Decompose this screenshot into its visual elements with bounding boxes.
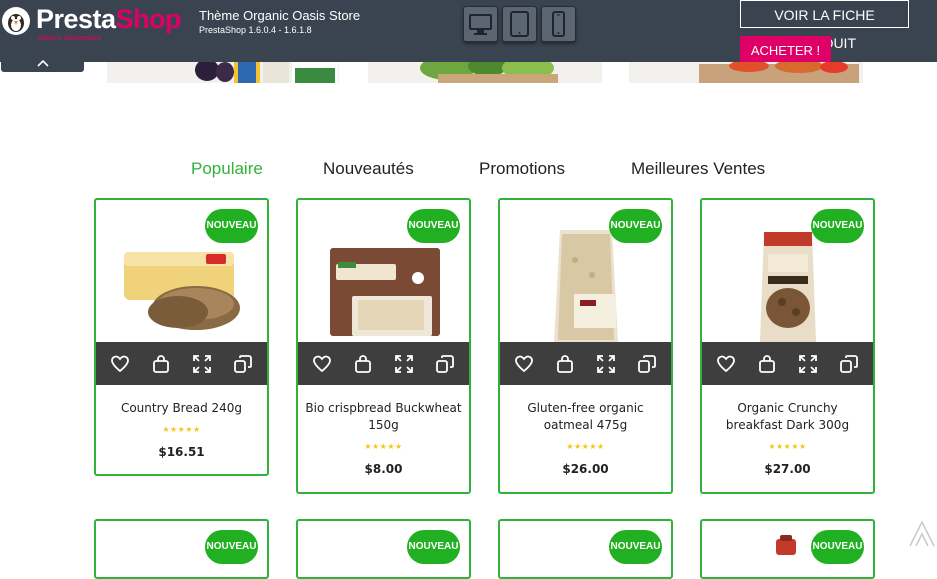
product-card[interactable]: NOUVEAU Gluten-free organic oatmeal 475g… (498, 198, 673, 494)
product-card[interactable]: NOUVEAU (296, 519, 471, 579)
product-price: $16.51 (158, 445, 205, 459)
product-actions-bar (500, 342, 671, 385)
product-actions-bar (96, 342, 267, 385)
compare-icon[interactable] (435, 354, 455, 374)
new-badge: NOUVEAU (609, 530, 662, 564)
logo-subtitle: Addons Marketplace (38, 35, 102, 42)
new-badge: NOUVEAU (205, 209, 258, 243)
heart-icon[interactable] (514, 354, 534, 374)
rating-stars: ★★★★★ (162, 425, 201, 434)
product-actions-bar (298, 342, 469, 385)
expand-icon[interactable] (192, 354, 212, 374)
product-price: $26.00 (562, 462, 609, 476)
logo-text-presta: Presta (36, 4, 116, 34)
desktop-view-button[interactable] (463, 6, 498, 42)
chevron-up-icon (37, 59, 49, 67)
product-price: $8.00 (364, 462, 403, 476)
new-badge: NOUVEAU (811, 209, 864, 243)
product-card[interactable]: NOUVEAU Organic Crunchy breakfast Dark 3… (700, 198, 875, 494)
heart-icon[interactable] (716, 354, 736, 374)
tab-populaire[interactable]: Populaire (191, 159, 263, 179)
rating-stars: ★★★★★ (566, 442, 605, 451)
product-price: $27.00 (764, 462, 811, 476)
tab-nouveautes[interactable]: Nouveautés (323, 159, 414, 179)
compare-icon[interactable] (637, 354, 657, 374)
scroll-top-arrow-icon[interactable] (907, 516, 937, 548)
collapse-topbar-button[interactable] (1, 56, 84, 72)
expand-icon[interactable] (798, 354, 818, 374)
puffin-logo-icon (2, 7, 30, 35)
product-image[interactable] (774, 535, 798, 555)
product-card[interactable]: NOUVEAU (498, 519, 673, 579)
tab-promotions[interactable]: Promotions (479, 159, 565, 179)
new-badge: NOUVEAU (407, 209, 460, 243)
compare-icon[interactable] (839, 354, 859, 374)
tab-meilleures-ventes[interactable]: Meilleures Ventes (631, 159, 765, 179)
compare-icon[interactable] (233, 354, 253, 374)
product-name[interactable]: Country Bread 240g (102, 400, 261, 417)
mobile-icon (552, 11, 565, 37)
product-name[interactable]: Bio crispbread Buckwheat 150g (304, 400, 463, 434)
expand-icon[interactable] (394, 354, 414, 374)
banner-image-vegetables[interactable] (368, 62, 602, 83)
mobile-view-button[interactable] (541, 6, 576, 42)
product-name[interactable]: Gluten-free organic oatmeal 475g (506, 400, 665, 434)
theme-title: Thème Organic Oasis Store (199, 8, 361, 23)
rating-stars: ★★★★★ (364, 442, 403, 451)
tablet-icon (510, 11, 529, 37)
theme-version: PrestaShop 1.6.0.4 - 1.6.1.8 (199, 25, 312, 35)
new-badge: NOUVEAU (811, 530, 864, 564)
product-name[interactable]: Organic Crunchy breakfast Dark 300g (708, 400, 867, 434)
new-badge: NOUVEAU (407, 530, 460, 564)
view-product-button[interactable]: VOIR LA FICHE PRODUIT (740, 0, 909, 51)
banner-image-products[interactable] (107, 62, 339, 83)
prestashop-logo[interactable]: PrestaShop Addons Marketplace (2, 4, 192, 44)
new-badge: NOUVEAU (609, 209, 662, 243)
new-badge: NOUVEAU (205, 530, 258, 564)
shopping-bag-icon[interactable] (353, 354, 373, 374)
desktop-icon (469, 14, 492, 35)
shopping-bag-icon[interactable] (555, 354, 575, 374)
shopping-bag-icon[interactable] (757, 354, 777, 374)
rating-stars: ★★★★★ (768, 442, 807, 451)
heart-icon[interactable] (110, 354, 130, 374)
product-card[interactable]: NOUVEAU (700, 519, 875, 579)
heart-icon[interactable] (312, 354, 332, 374)
shopping-bag-icon[interactable] (151, 354, 171, 374)
expand-icon[interactable] (596, 354, 616, 374)
logo-text-shop: Shop (115, 4, 182, 34)
banner-image-grocery-bag[interactable] (629, 62, 863, 83)
product-card[interactable]: NOUVEAU (94, 519, 269, 579)
product-card[interactable]: NOUVEAU Bio crispbread Buckwheat 150g ★★… (296, 198, 471, 494)
product-actions-bar (702, 342, 873, 385)
tablet-view-button[interactable] (502, 6, 537, 42)
product-card[interactable]: NOUVEAU Country Bread 240g ★★★★★ $16.51 (94, 198, 269, 476)
